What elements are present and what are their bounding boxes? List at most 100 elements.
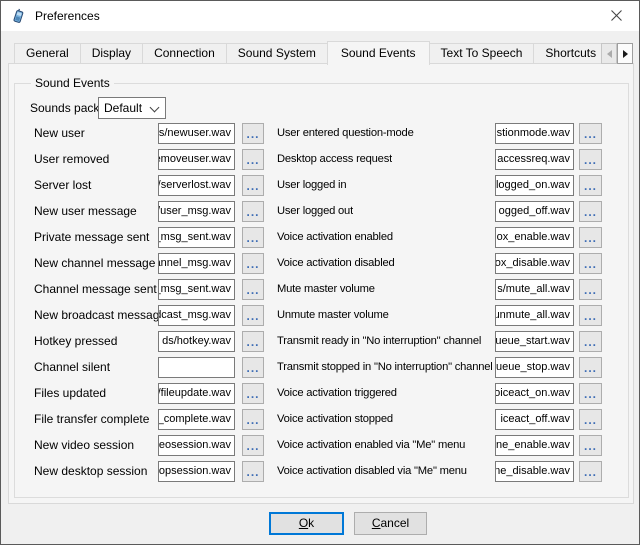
browse-button[interactable]: ... xyxy=(579,409,602,430)
sound-file-input[interactable]: /user_msg.wav xyxy=(158,201,235,222)
tab-shortcuts[interactable]: Shortcuts xyxy=(533,43,608,63)
browse-button[interactable]: ... xyxy=(242,201,264,222)
row-new-video-session: New video session deosession.wav... xyxy=(34,435,266,456)
row-voice-activation-enabled: Voice activation enabledox_enable.wav... xyxy=(277,227,605,248)
event-label: Unmute master volume xyxy=(277,305,389,326)
browse-button[interactable]: ... xyxy=(579,279,602,300)
sound-file-input[interactable]: emoveuser.wav xyxy=(158,149,235,170)
sound-file-input[interactable]: ox_disable.wav xyxy=(495,253,574,274)
row-user-logged-out: User logged outogged_off.wav... xyxy=(277,201,605,222)
close-button[interactable] xyxy=(594,1,639,30)
row-unmute-master-volume: Unmute master volume unmute_all.wav... xyxy=(277,305,605,326)
event-label: Desktop access request xyxy=(277,149,392,170)
browse-button[interactable]: ... xyxy=(242,123,264,144)
browse-button[interactable]: ... xyxy=(242,149,264,170)
row-file-transfer-complete: File transfer complete_complete.wav... xyxy=(34,409,266,430)
browse-button[interactable]: ... xyxy=(579,357,602,378)
browse-button[interactable]: ... xyxy=(242,357,264,378)
browse-button[interactable]: ... xyxy=(242,383,264,404)
sound-file-input[interactable]: _msg_sent.wav xyxy=(158,279,235,300)
event-label: New broadcast message xyxy=(34,305,166,326)
browse-button[interactable]: ... xyxy=(579,383,602,404)
browse-button[interactable]: ... xyxy=(579,227,602,248)
event-label: New video session xyxy=(34,435,134,456)
sound-file-input[interactable]: iceact_off.wav xyxy=(495,409,574,430)
sound-file-input[interactable] xyxy=(158,357,235,378)
browse-button[interactable]: ... xyxy=(579,331,602,352)
browse-button[interactable]: ... xyxy=(242,435,264,456)
browse-button[interactable]: ... xyxy=(579,305,602,326)
sound-file-input[interactable]: ne_enable.wav xyxy=(495,435,574,456)
tab-text-to-speech[interactable]: Text To Speech xyxy=(429,43,535,63)
titlebar: Preferences xyxy=(1,1,639,31)
tab-sound-system[interactable]: Sound System xyxy=(226,43,328,63)
sound-file-input[interactable]: ueue_stop.wav xyxy=(495,357,574,378)
sounds-pack-label: Sounds pack xyxy=(30,97,99,119)
event-label: Voice activation triggered xyxy=(277,383,397,404)
row-new-broadcast-message: New broadcast messagedcast_msg.wav... xyxy=(34,305,266,326)
browse-button[interactable]: ... xyxy=(242,253,264,274)
tab-scroll-left-button[interactable] xyxy=(601,43,617,64)
row-user-entered-question-mode: User entered question-modestionmode.wav.… xyxy=(277,123,605,144)
sound-file-input[interactable]: _msg_sent.wav xyxy=(158,227,235,248)
sound-file-input[interactable]: s/mute_all.wav xyxy=(495,279,574,300)
sound-file-input[interactable]: unmute_all.wav xyxy=(495,305,574,326)
row-channel-silent: Channel silent... xyxy=(34,357,266,378)
row-private-message-sent: Private message sent_msg_sent.wav... xyxy=(34,227,266,248)
ok-button[interactable]: Ok xyxy=(269,512,344,535)
browse-button[interactable]: ... xyxy=(242,279,264,300)
sounds-pack-select[interactable]: Default xyxy=(98,97,166,119)
event-label: Transmit ready in "No interruption" chan… xyxy=(277,331,481,352)
browse-button[interactable]: ... xyxy=(579,149,602,170)
tab-general[interactable]: General xyxy=(14,43,81,63)
browse-button[interactable]: ... xyxy=(242,409,264,430)
browse-button[interactable]: ... xyxy=(242,305,264,326)
tab-sound-events[interactable]: Sound Events xyxy=(327,41,430,65)
event-label: Transmit stopped in "No interruption" ch… xyxy=(277,357,493,378)
sound-file-input[interactable]: s/newuser.wav xyxy=(158,123,235,144)
browse-button[interactable]: ... xyxy=(579,175,602,196)
cancel-button[interactable]: Cancel xyxy=(354,512,427,535)
browse-button[interactable]: ... xyxy=(579,461,602,482)
row-user-logged-in: User logged inlogged_on.wav... xyxy=(277,175,605,196)
sound-file-input[interactable]: ne_disable.wav xyxy=(495,461,574,482)
sound-file-input[interactable]: oiceact_on.wav xyxy=(495,383,574,404)
sound-file-input[interactable]: ogged_off.wav xyxy=(495,201,574,222)
event-label: New desktop session xyxy=(34,461,147,482)
sound-file-input[interactable]: topsession.wav xyxy=(158,461,235,482)
browse-button[interactable]: ... xyxy=(579,435,602,456)
sound-file-input[interactable]: deosession.wav xyxy=(158,435,235,456)
sound-file-input[interactable]: /fileupdate.wav xyxy=(158,383,235,404)
row-new-user-message: New user message/user_msg.wav... xyxy=(34,201,266,222)
browse-button[interactable]: ... xyxy=(242,331,264,352)
event-label: New user xyxy=(34,123,85,144)
app-icon xyxy=(11,8,27,24)
browse-button[interactable]: ... xyxy=(242,227,264,248)
browse-button[interactable]: ... xyxy=(579,123,602,144)
tab-strip: General Display Connection Sound System … xyxy=(14,41,633,65)
sound-file-input[interactable]: dcast_msg.wav xyxy=(158,305,235,326)
chevron-right-icon xyxy=(623,50,628,58)
sound-file-input[interactable]: ds/hotkey.wav xyxy=(158,331,235,352)
sound-file-input[interactable]: logged_on.wav xyxy=(495,175,574,196)
browse-button[interactable]: ... xyxy=(579,253,602,274)
sound-file-input[interactable]: _complete.wav xyxy=(158,409,235,430)
sound-file-input[interactable]: stionmode.wav xyxy=(495,123,574,144)
sounds-pack-value: Default xyxy=(104,98,142,118)
row-channel-message-sent: Channel message sent_msg_sent.wav... xyxy=(34,279,266,300)
tab-scroll-right-button[interactable] xyxy=(617,43,633,64)
sound-file-input[interactable]: accessreq.wav xyxy=(495,149,574,170)
tab-connection[interactable]: Connection xyxy=(142,43,227,63)
browse-button[interactable]: ... xyxy=(242,175,264,196)
sound-file-input[interactable]: ueue_start.wav xyxy=(495,331,574,352)
sound-file-input[interactable]: annel_msg.wav xyxy=(158,253,235,274)
chevron-left-icon xyxy=(607,50,612,58)
event-label: New channel message xyxy=(34,253,155,274)
tab-display[interactable]: Display xyxy=(80,43,143,63)
row-user-removed: User removedemoveuser.wav... xyxy=(34,149,266,170)
browse-button[interactable]: ... xyxy=(242,461,264,482)
browse-button[interactable]: ... xyxy=(579,201,602,222)
sound-file-input[interactable]: /serverlost.wav xyxy=(158,175,235,196)
event-label: Channel silent xyxy=(34,357,110,378)
sound-file-input[interactable]: ox_enable.wav xyxy=(495,227,574,248)
